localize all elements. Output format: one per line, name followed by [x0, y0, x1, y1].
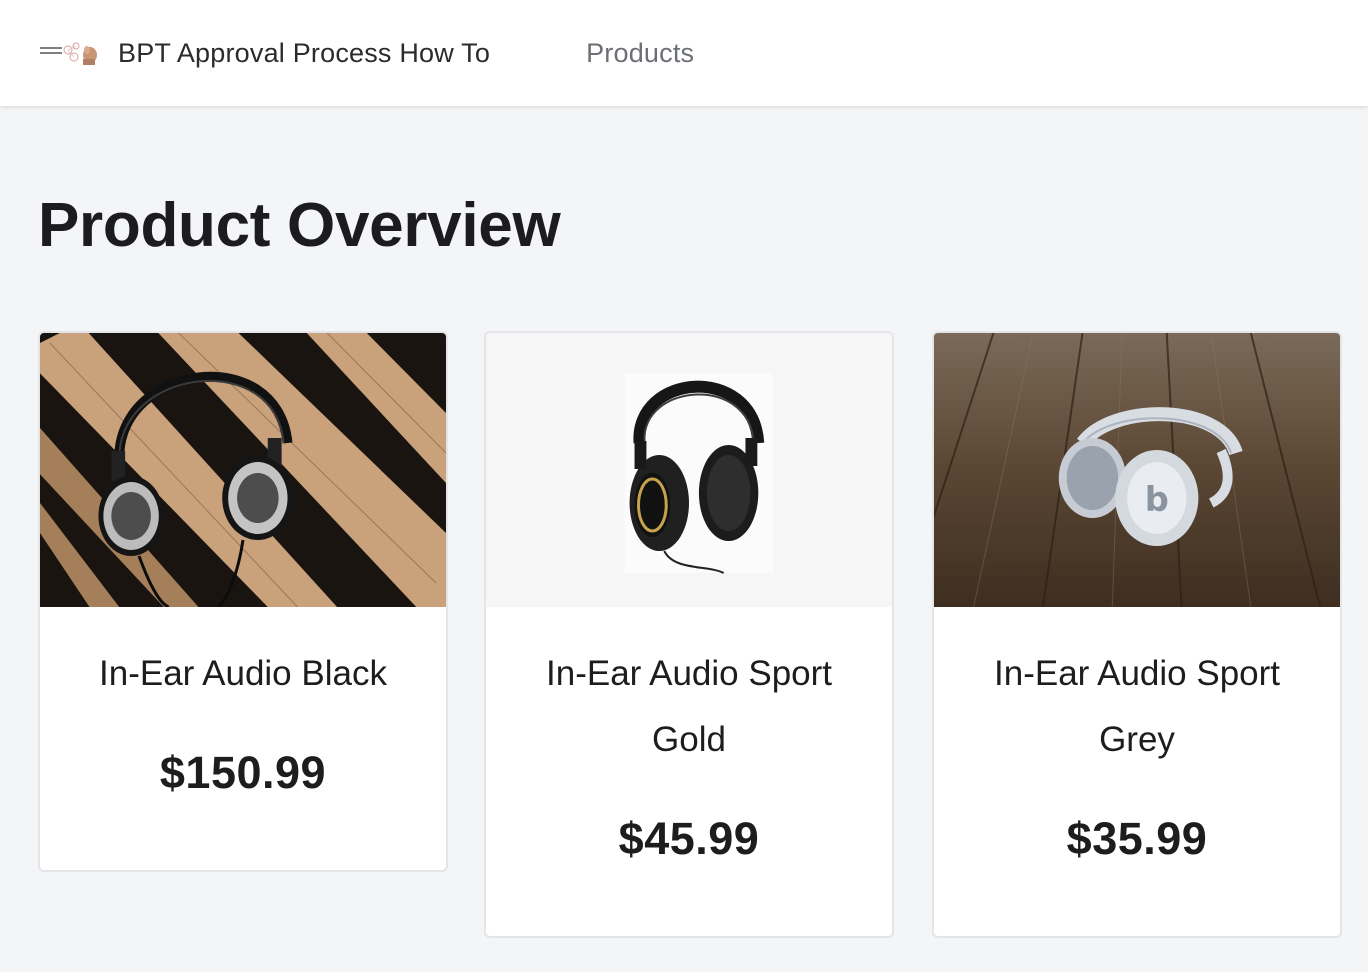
product-card[interactable]: b In-Ear Audio Sport Grey $35.99: [932, 331, 1342, 938]
product-image-black-headphones: [40, 333, 446, 607]
product-card[interactable]: In-Ear Audio Sport Gold $45.99: [484, 331, 894, 938]
product-price: $35.99: [1066, 813, 1208, 864]
top-navbar: BPT Approval Process How To Products: [0, 0, 1368, 106]
product-name: In-Ear Audio Sport Gold: [546, 654, 832, 759]
product-price: $150.99: [159, 747, 327, 798]
approval-workflow-logo-icon: [38, 37, 100, 69]
product-image-grey-headphones: b: [934, 333, 1340, 607]
product-name: In-Ear Audio Sport Grey: [994, 654, 1280, 759]
product-image-gold-headphones: [486, 333, 892, 607]
brand-title: BPT Approval Process How To: [118, 37, 491, 68]
nav-link-products[interactable]: Products: [586, 38, 694, 69]
product-price: $45.99: [618, 813, 760, 864]
product-card[interactable]: In-Ear Audio Black $150.99: [38, 331, 448, 872]
product-name: In-Ear Audio Black: [99, 654, 387, 693]
page-title: Product Overview: [38, 191, 561, 260]
svg-text:b: b: [1145, 480, 1169, 519]
brand-link[interactable]: BPT Approval Process How To: [38, 37, 490, 69]
